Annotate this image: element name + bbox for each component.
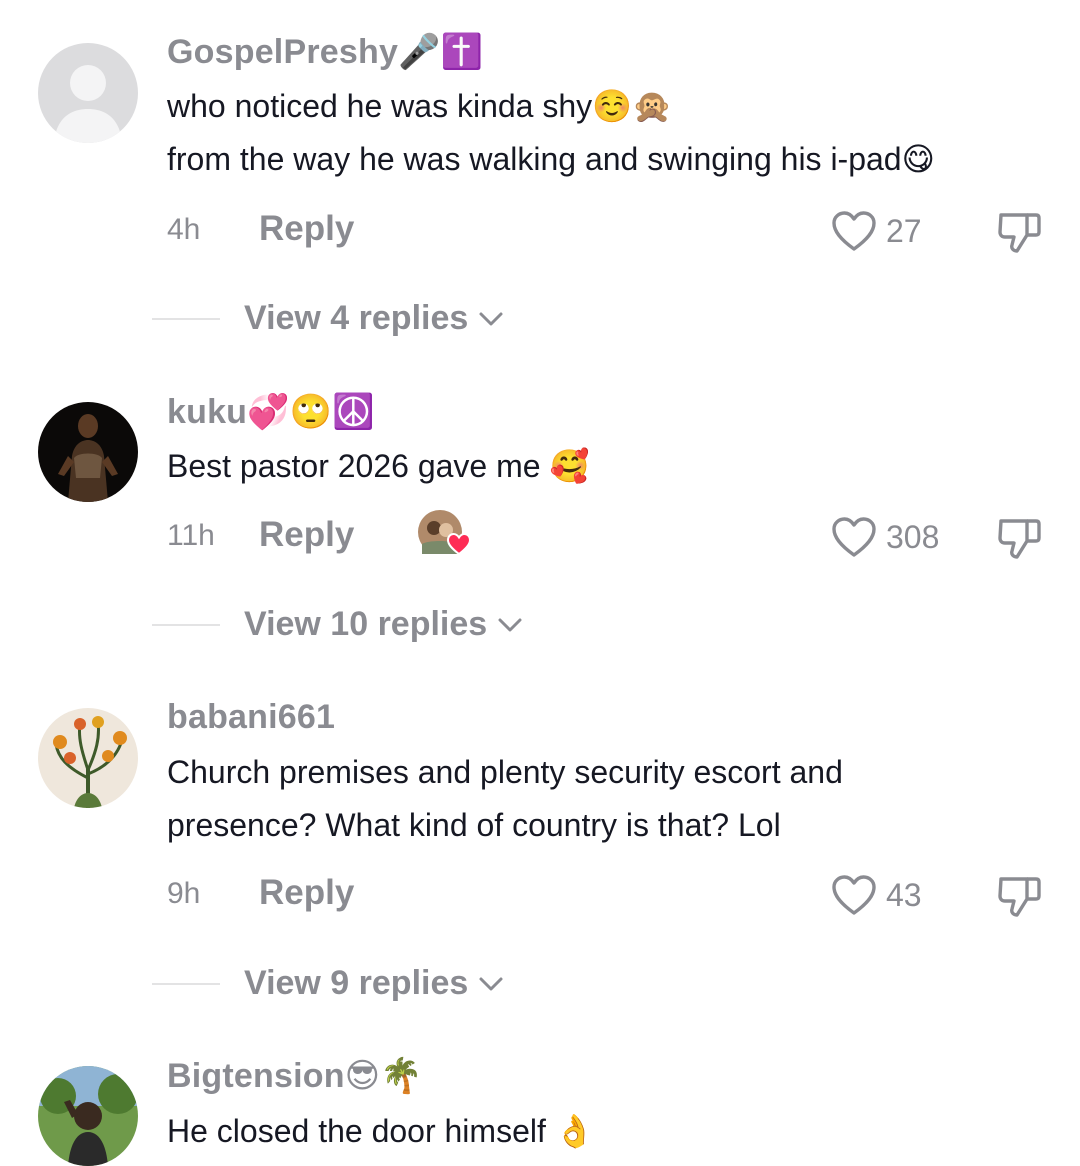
avatar[interactable] — [38, 402, 138, 502]
thumbs-down-icon — [998, 877, 1041, 917]
comment-text-line: He closed the door himself 👌 — [167, 1113, 595, 1149]
view-replies-button[interactable]: View 10 replies — [152, 605, 523, 644]
heart-outline-icon — [832, 211, 876, 251]
view-replies-label: View 4 replies — [244, 299, 469, 337]
like-button[interactable]: 43 — [830, 873, 922, 917]
comment-text: Best pastor 2026 gave me 🥰 — [167, 440, 589, 493]
comment-item: GospelPreshy🎤✝️ who noticed he was kinda… — [0, 0, 1080, 360]
like-button[interactable]: 308 — [830, 515, 939, 559]
comment-username[interactable]: babani661 — [167, 698, 335, 737]
comment-text: who noticed he was kinda shy☺️🙊 from the… — [167, 80, 935, 186]
avatar[interactable] — [38, 708, 138, 808]
user-photo-avatar — [38, 1066, 138, 1166]
comment-timestamp: 11h — [167, 519, 215, 552]
comment-timestamp: 4h — [167, 213, 201, 246]
comment-username[interactable]: Bigtension😎🌴 — [167, 1056, 423, 1096]
comment-item: Bigtension😎🌴 He closed the door himself … — [0, 1040, 1080, 1166]
chevron-down-icon — [479, 977, 503, 990]
chevron-down-icon — [498, 618, 522, 631]
divider-line — [152, 623, 220, 626]
thumbs-down-icon — [998, 213, 1041, 253]
divider-line — [152, 317, 220, 320]
user-photo-avatar — [38, 402, 138, 502]
comment-text: He closed the door himself 👌 — [167, 1105, 595, 1158]
comment-text-line: who noticed he was kinda shy☺️🙊 — [167, 88, 672, 124]
comment-item: babani661 Church premises and plenty sec… — [0, 670, 1080, 1040]
dislike-button[interactable] — [995, 515, 1043, 568]
dislike-button[interactable] — [995, 873, 1043, 926]
default-avatar-icon — [38, 43, 138, 143]
comment-text: Church premises and plenty security esco… — [167, 746, 843, 852]
reply-button[interactable]: Reply — [259, 873, 354, 913]
view-replies-button[interactable]: View 9 replies — [152, 964, 504, 1003]
view-replies-button[interactable]: View 4 replies — [152, 299, 504, 338]
user-photo-avatar — [38, 708, 138, 808]
like-button[interactable]: 27 — [830, 209, 922, 253]
comment-text-line: Church premises and plenty security esco… — [167, 754, 843, 790]
creator-liked-badge — [418, 510, 474, 560]
reply-button[interactable]: Reply — [259, 209, 354, 249]
comment-text-line: from the way he was walking and swinging… — [167, 141, 935, 177]
comment-text-line: presence? What kind of country is that? … — [167, 807, 781, 843]
heart-badge-icon — [446, 532, 472, 556]
comment-text-line: Best pastor 2026 gave me 🥰 — [167, 448, 590, 484]
dislike-button[interactable] — [995, 209, 1043, 262]
like-count: 27 — [886, 212, 922, 249]
like-count: 43 — [886, 876, 922, 913]
heart-outline-icon — [832, 517, 876, 557]
comment-username[interactable]: kuku💞🙄☮️ — [167, 392, 375, 432]
avatar[interactable] — [38, 1066, 138, 1166]
divider-line — [152, 982, 220, 985]
comment-timestamp: 9h — [167, 877, 201, 910]
chevron-down-icon — [479, 312, 503, 325]
thumbs-down-icon — [998, 519, 1041, 559]
like-count: 308 — [886, 518, 940, 555]
heart-outline-icon — [832, 875, 876, 915]
view-replies-label: View 10 replies — [244, 605, 488, 643]
comment-item: kuku💞🙄☮️ Best pastor 2026 gave me 🥰 11h … — [0, 360, 1080, 670]
view-replies-label: View 9 replies — [244, 964, 469, 1002]
comment-username[interactable]: GospelPreshy🎤✝️ — [167, 32, 483, 72]
reply-button[interactable]: Reply — [259, 515, 354, 555]
avatar[interactable] — [38, 43, 138, 143]
